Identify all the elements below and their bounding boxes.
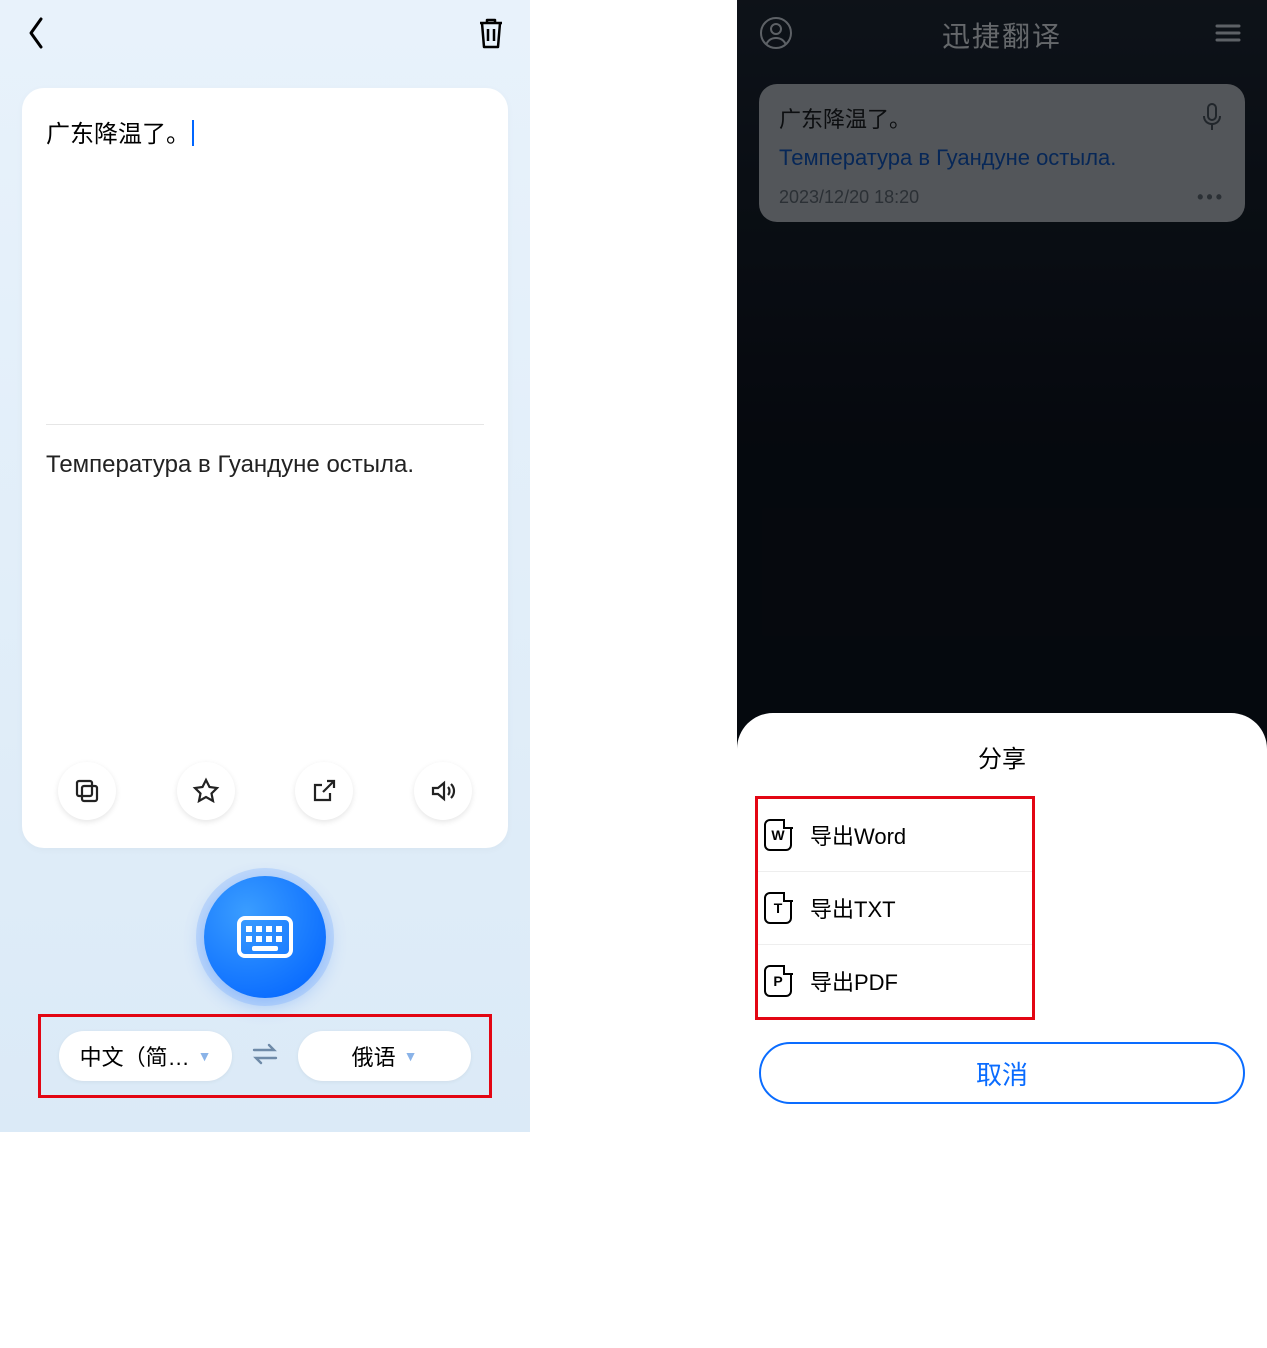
keyboard-button-wrapper — [0, 876, 530, 998]
language-row: 中文（简… ▼ 俄语 ▼ — [38, 1014, 492, 1098]
back-icon[interactable] — [24, 13, 50, 58]
right-phone: 迅捷翻译 广东降温了。 Температура в Гуандуне остыл… — [737, 0, 1267, 1132]
cancel-label: 取消 — [976, 1055, 1028, 1092]
copy-button[interactable] — [58, 762, 116, 820]
txt-doc-icon: T — [764, 892, 792, 924]
cancel-button[interactable]: 取消 — [759, 1042, 1245, 1104]
text-cursor — [192, 120, 194, 146]
export-options: W 导出Word T 导出TXT P 导出PDF — [755, 796, 1035, 1020]
source-text-area[interactable]: 广东降温了。 — [46, 114, 484, 424]
target-language-selector[interactable]: 俄语 ▼ — [298, 1031, 471, 1081]
left-header — [0, 0, 530, 70]
left-phone: 广东降温了。 Температура в Гуандуне остыла. — [0, 0, 530, 1132]
favorite-button[interactable] — [177, 762, 235, 820]
sheet-title: 分享 — [737, 739, 1267, 774]
trash-icon[interactable] — [476, 16, 506, 55]
export-txt[interactable]: T 导出TXT — [758, 872, 1032, 945]
swap-languages-icon[interactable] — [250, 1043, 280, 1070]
source-language-label: 中文（简… — [80, 1040, 190, 1072]
export-txt-label: 导出TXT — [810, 892, 896, 924]
export-word[interactable]: W 导出Word — [758, 799, 1032, 872]
source-language-selector[interactable]: 中文（简… ▼ — [59, 1031, 232, 1081]
share-button[interactable] — [295, 762, 353, 820]
export-pdf-label: 导出PDF — [810, 965, 898, 997]
pdf-doc-icon: P — [764, 965, 792, 997]
target-language-label: 俄语 — [352, 1040, 396, 1072]
action-row — [46, 762, 484, 832]
speak-button[interactable] — [414, 762, 472, 820]
keyboard-button[interactable] — [204, 876, 326, 998]
chevron-down-icon: ▼ — [198, 1048, 212, 1064]
translate-card: 广东降温了。 Температура в Гуандуне остыла. — [22, 88, 508, 848]
word-doc-icon: W — [764, 819, 792, 851]
export-word-label: 导出Word — [810, 819, 906, 851]
target-text-area: Температура в Гуандуне остыла. — [46, 451, 484, 762]
target-text: Температура в Гуандуне остыла. — [46, 451, 414, 478]
card-divider — [46, 424, 484, 425]
share-sheet: 分享 W 导出Word T 导出TXT P 导出PDF 取消 — [737, 713, 1267, 1132]
chevron-down-icon: ▼ — [404, 1048, 418, 1064]
source-text: 广东降温了。 — [46, 121, 190, 148]
export-pdf[interactable]: P 导出PDF — [758, 945, 1032, 1017]
